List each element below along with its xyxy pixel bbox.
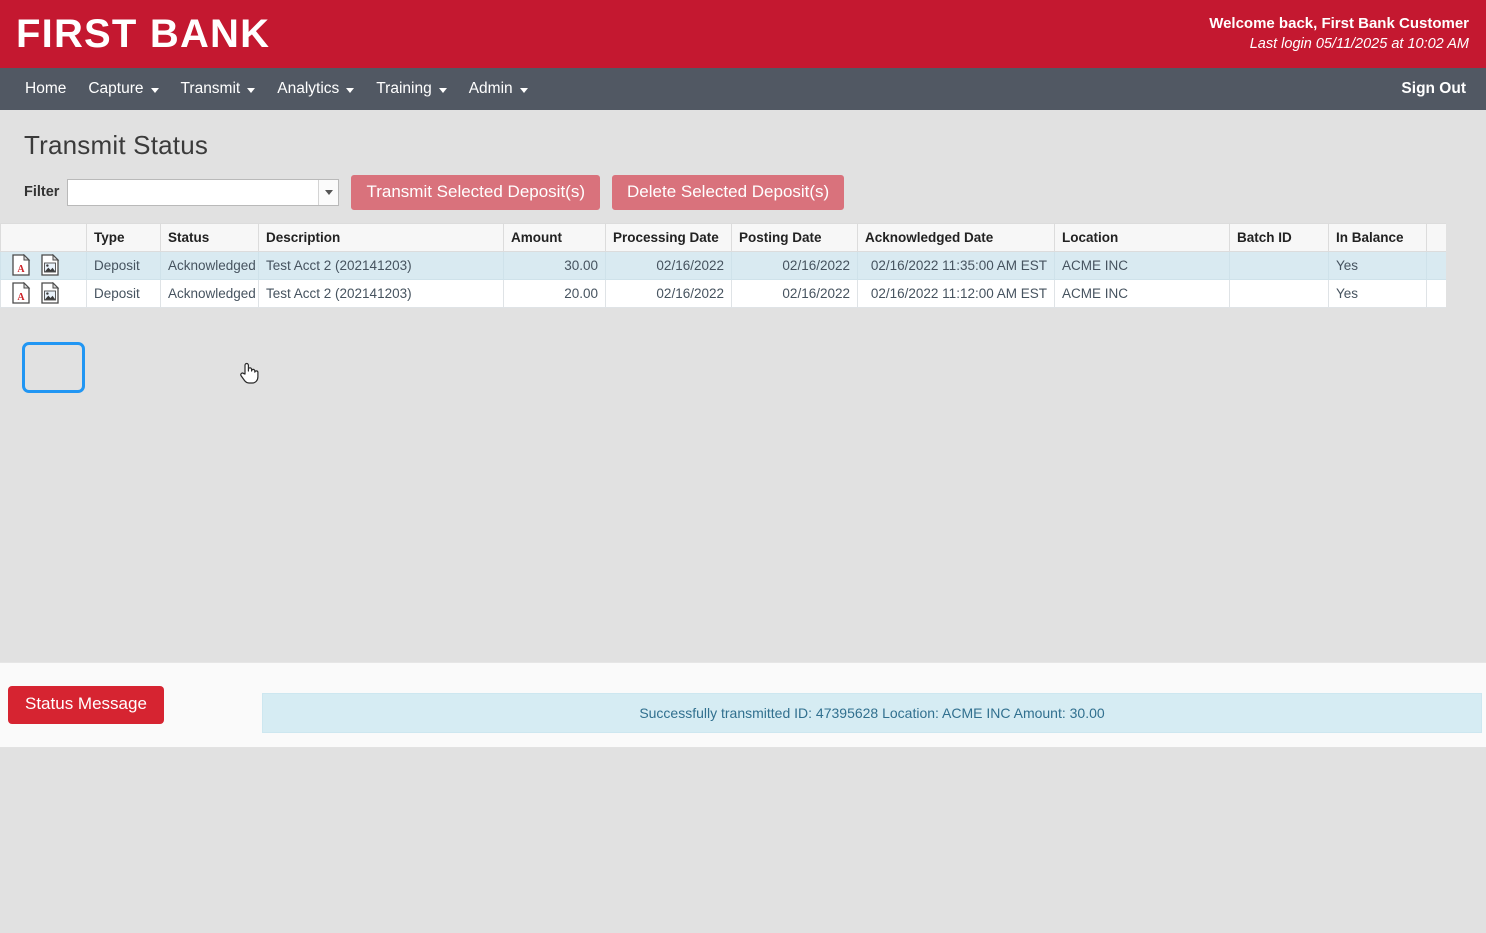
filter-toolbar: Filter Transmit Selected Deposit(s) Dele… [0, 161, 1486, 210]
bank-logo: FIRST BANK [16, 12, 271, 56]
nav-item-admin[interactable]: Admin [458, 75, 539, 103]
nav-item-analytics[interactable]: Analytics [266, 75, 365, 103]
pdf-icon[interactable]: A [12, 254, 31, 276]
image-icon[interactable] [41, 254, 60, 276]
cell-in-balance: Yes [1328, 278, 1427, 308]
cell-type: Deposit [86, 250, 161, 280]
delete-selected-deposits-button[interactable]: Delete Selected Deposit(s) [612, 175, 845, 210]
svg-text:A: A [17, 264, 25, 275]
nav-item-label: Admin [468, 80, 513, 97]
cell-processing-date: 02/16/2022 [605, 250, 732, 280]
column-header-icons[interactable] [0, 222, 87, 252]
icons-focus-highlight [22, 342, 85, 393]
cell-location: ACME INC [1054, 278, 1230, 308]
status-message-bar: Status Message Successfully transmitted … [0, 662, 1486, 748]
nav-item-capture[interactable]: Capture [77, 75, 169, 103]
column-header-acknowledged-date[interactable]: Acknowledged Date [857, 222, 1055, 252]
filter-input[interactable] [68, 179, 319, 205]
deposits-table-wrapper: Type Status Description Amount Processin… [0, 222, 1486, 319]
main-navigation: Home Capture Transmit Analytics Training… [0, 68, 1486, 110]
cell-batch-id [1229, 250, 1329, 280]
table-header-row: Type Status Description Amount Processin… [0, 222, 1473, 252]
column-header-location[interactable]: Location [1054, 222, 1230, 252]
column-header-amount[interactable]: Amount [503, 222, 606, 252]
cell-description: Test Acct 2 (202141203) [258, 250, 504, 280]
nav-item-home[interactable]: Home [14, 75, 77, 103]
filter-combobox[interactable] [67, 178, 340, 206]
chevron-down-icon [519, 87, 528, 93]
welcome-block: Welcome back, First Bank Customer Last l… [1209, 13, 1472, 55]
brand-header: FIRST BANK Welcome back, First Bank Cust… [0, 0, 1486, 68]
nav-item-transmit[interactable]: Transmit [170, 75, 267, 103]
cell-amount: 20.00 [503, 278, 606, 308]
cell-processing-date: 02/16/2022 [605, 278, 732, 308]
status-message-button[interactable]: Status Message [8, 686, 164, 724]
filter-dropdown-arrow[interactable] [318, 179, 339, 205]
row-document-icons: A [0, 250, 87, 280]
chevron-down-icon [346, 87, 355, 93]
cell-acknowledged-date: 02/16/2022 11:12:00 AM EST [857, 278, 1055, 308]
mouse-cursor-pointer [240, 362, 259, 384]
column-header-description[interactable]: Description [258, 222, 504, 252]
cell-status: Acknowledged [160, 278, 259, 308]
row-document-icons: A [0, 278, 87, 308]
nav-item-training[interactable]: Training [365, 75, 457, 103]
cell-amount: 30.00 [503, 250, 606, 280]
table-row[interactable]: A Deposit Acknowledged Test Acct 2 (2021… [0, 278, 1473, 308]
cell-posting-date: 02/16/2022 [731, 278, 858, 308]
nav-item-label: Capture [88, 80, 144, 97]
chevron-down-icon [150, 87, 159, 93]
pdf-icon[interactable]: A [12, 282, 31, 304]
column-header-type[interactable]: Type [86, 222, 161, 252]
nav-items: Home Capture Transmit Analytics Training… [14, 75, 539, 103]
filter-label: Filter [24, 184, 60, 201]
table-row[interactable]: A Deposit Acknowledged Test Acct 2 (2021… [0, 250, 1473, 280]
cell-acknowledged-date: 02/16/2022 11:35:00 AM EST [857, 250, 1055, 280]
nav-item-label: Training [376, 80, 432, 97]
status-alert-text: Successfully transmitted ID: 47395628 Lo… [639, 705, 1105, 721]
column-header-posting-date[interactable]: Posting Date [731, 222, 858, 252]
column-header-status[interactable]: Status [160, 222, 259, 252]
last-login-text: Last login 05/11/2025 at 10:02 AM [1249, 36, 1469, 53]
cell-posting-date: 02/16/2022 [731, 250, 858, 280]
transmit-selected-deposits-button[interactable]: Transmit Selected Deposit(s) [351, 175, 601, 210]
main-content: Transmit Status Filter Transmit Selected… [0, 110, 1486, 662]
svg-text:A: A [17, 292, 25, 303]
column-header-batch-id[interactable]: Batch ID [1229, 222, 1329, 252]
nav-item-label: Analytics [277, 80, 340, 97]
column-header-in-balance[interactable]: In Balance [1328, 222, 1427, 252]
cell-status: Acknowledged [160, 250, 259, 280]
cell-location: ACME INC [1054, 250, 1230, 280]
page-title: Transmit Status [24, 130, 209, 160]
cell-description: Test Acct 2 (202141203) [258, 278, 504, 308]
table-right-gutter [1446, 222, 1486, 319]
cell-in-balance: Yes [1328, 250, 1427, 280]
status-alert: Successfully transmitted ID: 47395628 Lo… [262, 693, 1482, 733]
chevron-down-icon [324, 189, 333, 195]
column-header-processing-date[interactable]: Processing Date [605, 222, 732, 252]
cell-type: Deposit [86, 278, 161, 308]
chevron-down-icon [247, 87, 256, 93]
image-icon[interactable] [41, 282, 60, 304]
sign-out-link[interactable]: Sign Out [1399, 75, 1468, 103]
page-bottom-filler [0, 748, 1486, 933]
transmit-status-table: Type Status Description Amount Processin… [0, 222, 1473, 308]
chevron-down-icon [438, 87, 447, 93]
cell-batch-id [1229, 278, 1329, 308]
welcome-message: Welcome back, First Bank Customer [1209, 15, 1469, 33]
nav-item-label: Transmit [180, 80, 241, 97]
nav-item-label: Home [25, 80, 67, 97]
